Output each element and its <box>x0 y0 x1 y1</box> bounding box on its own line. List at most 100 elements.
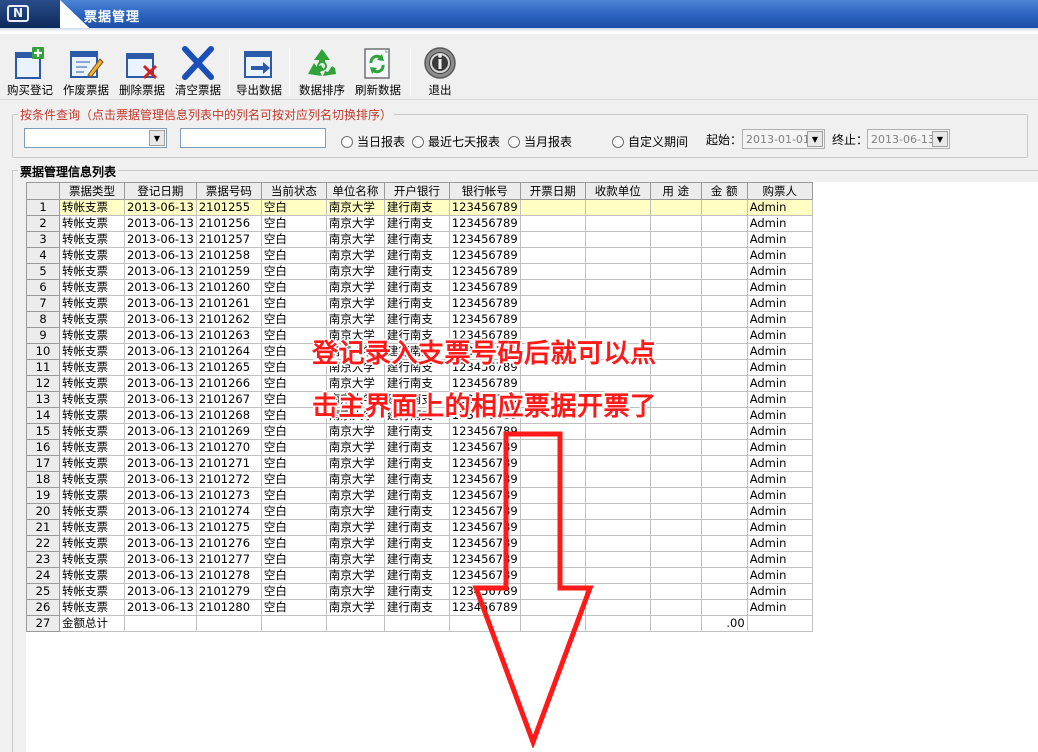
table-cell[interactable]: 转帐支票 <box>59 471 125 488</box>
table-cell[interactable]: 2013-06-13 <box>124 551 197 568</box>
table-cell[interactable]: 建行南支 <box>383 567 450 584</box>
table-cell[interactable]: 空白 <box>260 519 327 536</box>
table-cell[interactable]: 2101271 <box>195 455 262 472</box>
table-cell[interactable]: Admin <box>746 599 813 616</box>
table-cell[interactable]: 南京大学 <box>325 279 385 296</box>
row-number[interactable]: 27 <box>26 615 60 632</box>
table-row[interactable]: 19 转帐支票 2013-06-13 2101273 空白 南京大学 建行南支 1234567… <box>26 487 813 504</box>
table-cell[interactable]: 转帐支票 <box>59 599 125 616</box>
table-cell[interactable]: 转帐支票 <box>59 519 125 536</box>
table-cell[interactable] <box>649 247 702 264</box>
table-cell[interactable]: 建行南支 <box>383 471 450 488</box>
table-cell[interactable]: 建行南支 <box>383 583 450 600</box>
table-cell[interactable]: 2013-06-13 <box>124 279 197 296</box>
chevron-down-icon[interactable]: ▼ <box>807 131 823 147</box>
table-cell[interactable]: Admin <box>746 375 813 392</box>
table-cell[interactable]: 南京大学 <box>325 583 385 600</box>
query-keyword-input[interactable] <box>180 128 326 148</box>
table-cell[interactable]: 建行南支 <box>383 215 450 232</box>
column-header[interactable]: 登记日期 <box>124 182 197 200</box>
table-cell[interactable]: 建行南支 <box>383 311 450 328</box>
table-cell[interactable] <box>700 263 748 280</box>
table-cell[interactable]: 2013-06-13 <box>124 567 197 584</box>
table-cell[interactable]: Admin <box>746 535 813 552</box>
table-cell[interactable] <box>700 583 748 600</box>
table-cell[interactable]: 转帐支票 <box>59 455 125 472</box>
row-number[interactable]: 20 <box>26 503 60 520</box>
radio-this-month[interactable]: 当月报表 <box>508 133 572 149</box>
column-header[interactable]: 银行帐号 <box>448 182 521 200</box>
radio-today-report[interactable]: 当日报表 <box>341 133 405 149</box>
table-cell[interactable] <box>700 295 748 312</box>
column-header[interactable]: 购票人 <box>746 182 813 200</box>
table-cell[interactable]: 2101260 <box>195 279 262 296</box>
table-cell[interactable]: 南京大学 <box>325 455 385 472</box>
column-header[interactable]: 用 途 <box>649 182 702 200</box>
table-row[interactable]: 25 转帐支票 2013-06-13 2101279 空白 南京大学 建行南支 1234567… <box>26 583 813 600</box>
column-header[interactable]: 开户银行 <box>383 182 450 200</box>
table-cell[interactable] <box>649 439 702 456</box>
table-cell[interactable]: Admin <box>746 295 813 312</box>
table-cell[interactable] <box>649 487 702 504</box>
table-cell[interactable]: 空白 <box>260 215 327 232</box>
table-row[interactable]: 5 转帐支票 2013-06-13 2101259 空白 南京大学 建行南支 12345678… <box>26 263 813 280</box>
table-cell[interactable]: 2101262 <box>195 311 262 328</box>
table-cell[interactable]: 空白 <box>260 503 327 520</box>
table-cell[interactable] <box>700 567 748 584</box>
refresh-data-button[interactable]: 刷新数据 <box>350 46 406 100</box>
table-cell[interactable]: 空白 <box>260 583 327 600</box>
row-number[interactable]: 26 <box>26 599 60 616</box>
table-cell[interactable]: 转帐支票 <box>59 327 125 344</box>
table-cell[interactable]: 2101280 <box>195 599 262 616</box>
radio-custom-period[interactable]: 自定义期间 <box>612 133 688 149</box>
table-cell[interactable] <box>584 215 651 232</box>
table-cell[interactable] <box>260 615 327 632</box>
table-cell[interactable] <box>649 615 702 632</box>
table-cell[interactable]: 2101263 <box>195 327 262 344</box>
table-cell[interactable]: .00 <box>700 615 748 632</box>
table-cell[interactable]: 空白 <box>260 455 327 472</box>
table-cell[interactable] <box>700 599 748 616</box>
table-cell[interactable]: 转帐支票 <box>59 503 125 520</box>
table-cell[interactable] <box>649 215 702 232</box>
table-cell[interactable]: 转帐支票 <box>59 407 125 424</box>
row-number[interactable]: 15 <box>26 423 60 440</box>
table-cell[interactable]: 建行南支 <box>383 455 450 472</box>
table-cell[interactable] <box>649 327 702 344</box>
table-row[interactable]: 17 转帐支票 2013-06-13 2101271 空白 南京大学 建行南支 1234567… <box>26 455 813 472</box>
table-cell[interactable]: 转帐支票 <box>59 535 125 552</box>
table-cell[interactable]: 空白 <box>260 263 327 280</box>
table-cell[interactable]: Admin <box>746 519 813 536</box>
table-cell[interactable] <box>700 343 748 360</box>
row-number[interactable]: 5 <box>26 263 60 280</box>
table-cell[interactable]: Admin <box>746 423 813 440</box>
table-cell[interactable]: 转帐支票 <box>59 215 125 232</box>
table-cell[interactable]: 转帐支票 <box>59 583 125 600</box>
table-cell[interactable]: 2013-06-13 <box>124 263 197 280</box>
table-cell[interactable] <box>700 519 748 536</box>
table-cell[interactable] <box>519 311 586 328</box>
table-cell[interactable] <box>700 199 748 216</box>
table-cell[interactable] <box>700 215 748 232</box>
table-cell[interactable] <box>700 327 748 344</box>
export-data-button[interactable]: 导出数据 <box>231 46 287 100</box>
sort-data-button[interactable]: 数据排序 <box>294 46 350 100</box>
row-number[interactable]: 24 <box>26 567 60 584</box>
table-cell[interactable]: Admin <box>746 231 813 248</box>
table-cell[interactable]: 南京大学 <box>325 535 385 552</box>
table-cell[interactable]: 建行南支 <box>383 487 450 504</box>
row-number[interactable]: 19 <box>26 487 60 504</box>
table-cell[interactable]: 2101264 <box>195 343 262 360</box>
row-number[interactable]: 14 <box>26 407 60 424</box>
table-cell[interactable]: 123456789 <box>448 279 521 296</box>
table-cell[interactable] <box>649 359 702 376</box>
table-cell[interactable] <box>649 279 702 296</box>
table-cell[interactable]: 金额总计 <box>59 615 125 632</box>
table-cell[interactable] <box>584 263 651 280</box>
table-cell[interactable]: 2101257 <box>195 231 262 248</box>
table-cell[interactable]: 2101255 <box>195 199 262 216</box>
table-cell[interactable]: 建行南支 <box>383 551 450 568</box>
table-cell[interactable] <box>649 535 702 552</box>
table-cell[interactable]: Admin <box>746 327 813 344</box>
table-cell[interactable] <box>649 311 702 328</box>
